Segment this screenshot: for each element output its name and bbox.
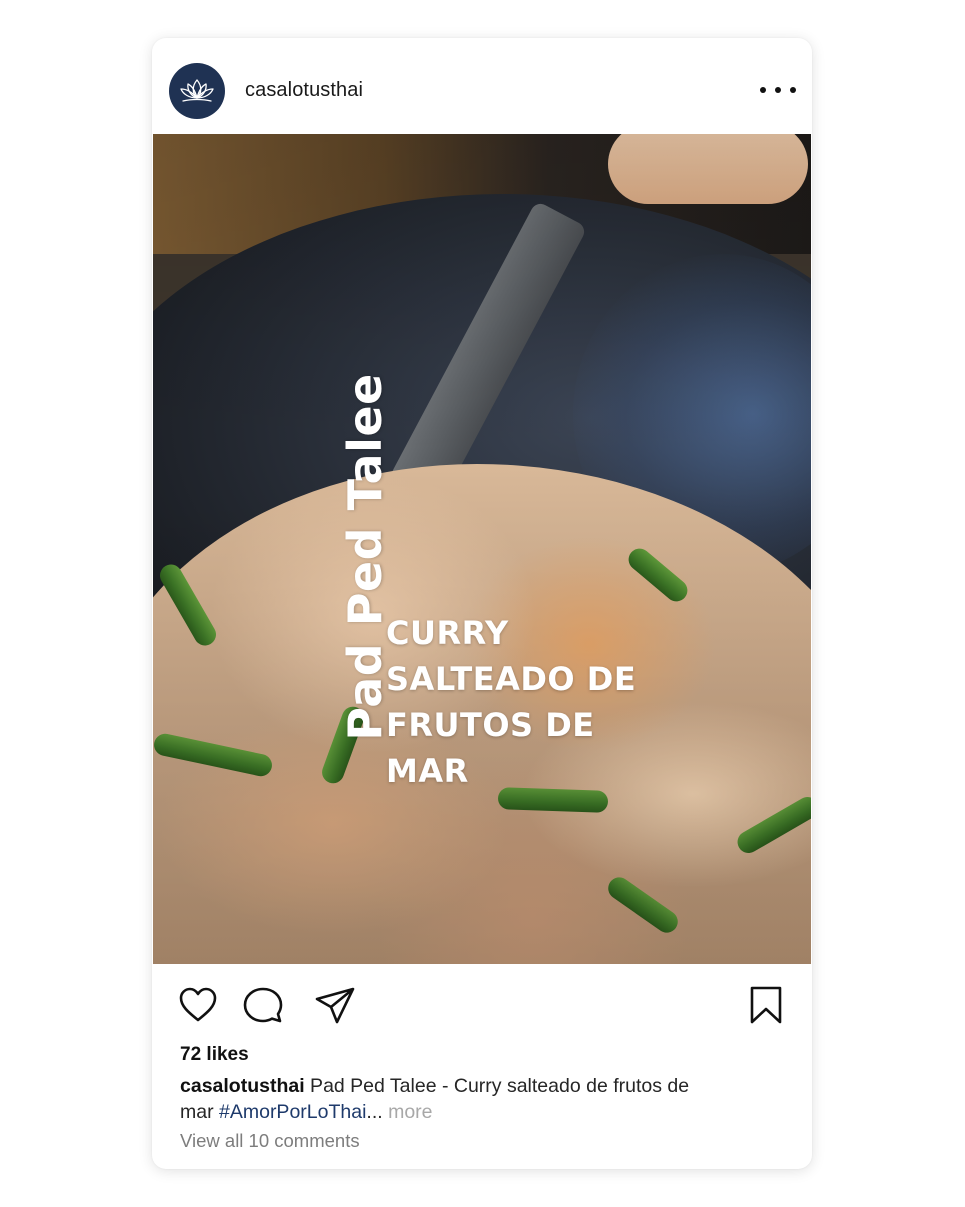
post-username[interactable]: casalotusthai: [245, 79, 363, 102]
post-header: casalotusthai: [152, 38, 812, 134]
more-dot: [775, 87, 781, 93]
lotus-icon: [180, 79, 214, 102]
heart-icon[interactable]: [176, 983, 220, 1027]
dish-subtitle-line: CURRY: [386, 614, 509, 652]
more-dot: [790, 87, 796, 93]
avatar[interactable]: [169, 63, 225, 119]
view-comments-link[interactable]: View all 10 comments: [180, 1130, 360, 1152]
more-options-button[interactable]: [760, 78, 796, 102]
caption-ellipsis: ...: [366, 1101, 383, 1123]
caption-hashtag[interactable]: #AmorPorLoThai: [219, 1101, 366, 1123]
more-dot: [760, 87, 766, 93]
share-icon[interactable]: [313, 983, 357, 1027]
caption-text: Pad Ped Talee - Curry salteado de frutos…: [304, 1075, 690, 1097]
image-vignette: [153, 134, 811, 964]
bookmark-icon[interactable]: [744, 983, 788, 1027]
post-actions: [152, 964, 812, 1044]
caption-username[interactable]: casalotusthai: [180, 1075, 305, 1097]
comment-icon[interactable]: [241, 983, 285, 1027]
post-image[interactable]: Pad Ped Talee CURRY SALTEADO DE FRUTOS D…: [153, 134, 811, 964]
likes-count[interactable]: 72 likes: [180, 1044, 249, 1066]
dish-subtitle-line: MAR: [386, 752, 469, 790]
post-caption: casalotusthai Pad Ped Talee - Curry salt…: [180, 1073, 780, 1125]
dish-subtitle: CURRY SALTEADO DE FRUTOS DE MAR: [386, 610, 706, 794]
dish-subtitle-line: SALTEADO DE: [386, 660, 637, 698]
caption-text-continued: mar: [180, 1101, 219, 1123]
dish-subtitle-line: FRUTOS DE: [386, 706, 595, 744]
post-card: casalotusthai Pad Ped Talee CURRY SALTEA…: [152, 38, 812, 1169]
caption-more-link[interactable]: more: [383, 1101, 432, 1123]
dish-title: Pad Ped Talee: [338, 373, 392, 741]
